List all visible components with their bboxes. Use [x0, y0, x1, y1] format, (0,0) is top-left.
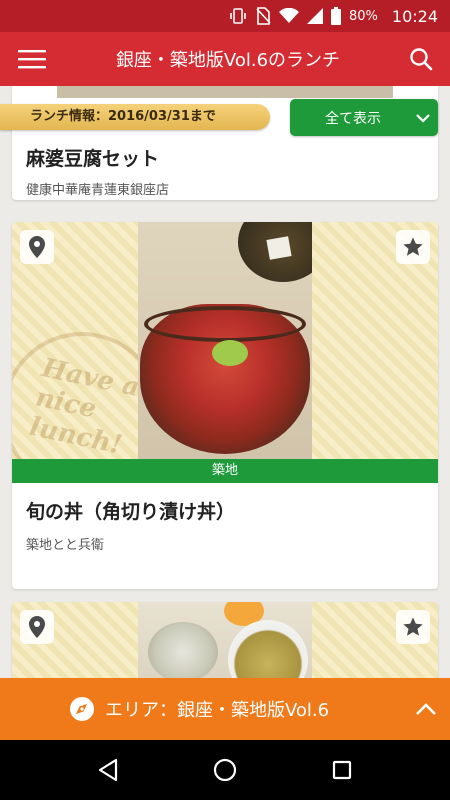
back-button[interactable]	[88, 750, 128, 790]
shop-name: 健康中華庵青蓮東銀座店	[26, 183, 170, 198]
menu-button[interactable]	[0, 32, 64, 86]
show-all-button[interactable]: 全て表示	[290, 99, 438, 136]
battery-icon	[330, 7, 341, 25]
signal-icon	[306, 8, 323, 24]
page-title: 銀座・築地版Vol.6のランチ	[115, 50, 341, 71]
lunch-info-banner: ランチ情報：2016/03/31まで	[0, 104, 270, 130]
map-pin-icon	[29, 236, 45, 258]
battery-percent: 80%	[348, 8, 378, 24]
status-bar: 80% 10:24	[0, 0, 450, 32]
star-icon	[403, 617, 423, 636]
favorite-button[interactable]	[396, 230, 430, 264]
favorite-button[interactable]	[396, 610, 430, 644]
hamburger-icon	[18, 50, 46, 69]
home-button[interactable]	[205, 750, 245, 790]
map-pin-button[interactable]	[20, 230, 54, 264]
lunch-name: 麻婆豆腐セット	[26, 148, 160, 170]
lunch-photo	[57, 86, 393, 98]
area-selector-bar[interactable]: エリア：銀座・築地版Vol.6	[0, 678, 450, 740]
lunch-set-image	[138, 602, 312, 678]
system-nav-bar	[0, 740, 450, 800]
back-icon	[99, 758, 118, 782]
donburi-image	[138, 222, 312, 483]
recents-icon	[332, 760, 351, 780]
vibrate-icon	[229, 7, 247, 25]
lunch-list[interactable]: 麻婆豆腐セット 健康中華庵青蓮東銀座店 Have a nice lunch! 築地 …	[0, 86, 450, 678]
search-icon	[410, 48, 433, 71]
show-all-label: 全て表示	[325, 110, 381, 127]
lunch-photo: Have a nice lunch! 築地	[12, 222, 438, 483]
home-icon	[213, 758, 237, 782]
lunch-card[interactable]	[12, 602, 438, 678]
chevron-down-icon	[408, 113, 438, 123]
map-pin-icon	[29, 616, 45, 638]
lunch-name: 旬の丼（角切り漬け丼）	[26, 501, 236, 523]
shop-name: 築地とと兵衛	[26, 538, 105, 553]
map-pin-button[interactable]	[20, 610, 54, 644]
star-icon	[403, 237, 423, 256]
search-button[interactable]	[392, 32, 450, 86]
chevron-up-icon[interactable]	[402, 702, 450, 716]
clock: 10:24	[391, 6, 438, 26]
area-label: エリア：銀座・築地版Vol.6	[105, 700, 330, 721]
no-sim-icon	[255, 7, 271, 25]
wifi-icon	[278, 8, 299, 24]
lunch-photo	[12, 602, 438, 678]
area-label: 築地	[12, 459, 438, 483]
app-bar: 銀座・築地版Vol.6のランチ	[0, 32, 450, 86]
lunch-card[interactable]: Have a nice lunch! 築地 旬の丼（角切り漬け丼） 築地とと兵衛	[12, 222, 438, 589]
recents-button[interactable]	[322, 750, 362, 790]
compass-icon	[69, 696, 95, 722]
